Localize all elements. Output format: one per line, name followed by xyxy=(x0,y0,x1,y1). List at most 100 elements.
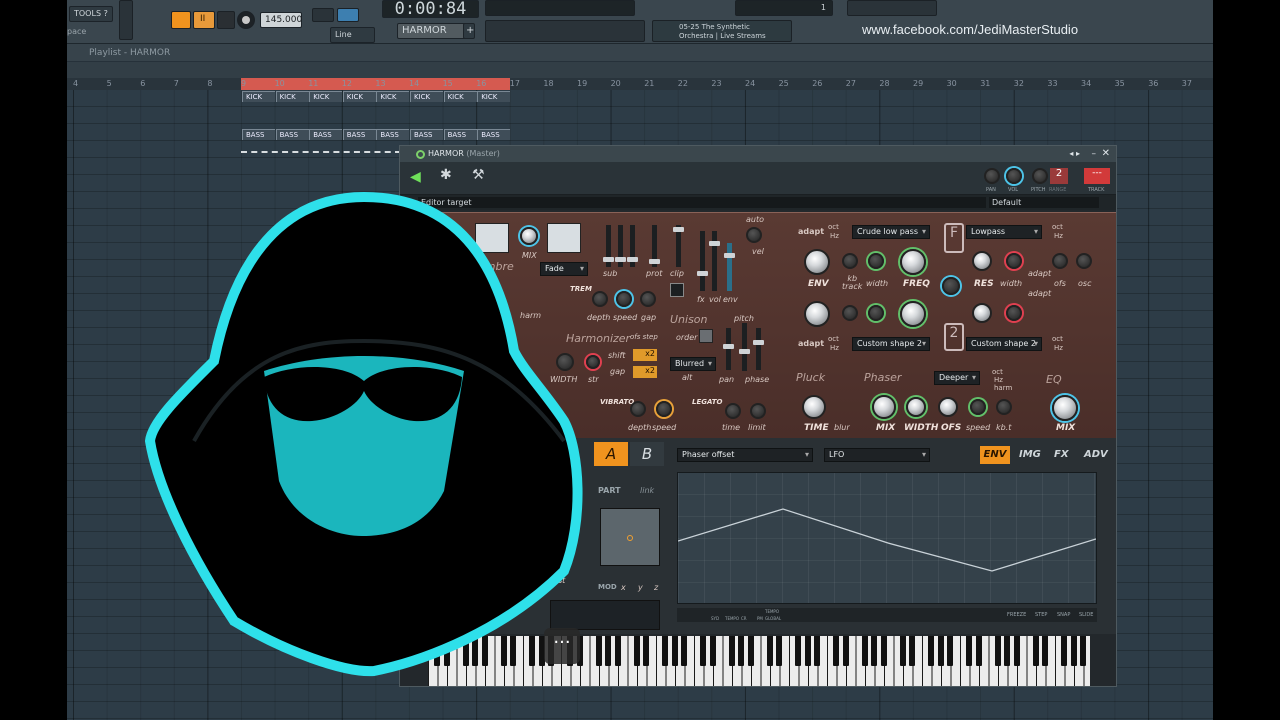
filter2-freq-knob[interactable] xyxy=(900,301,926,327)
black-key[interactable] xyxy=(842,636,849,666)
unison-pan-fader[interactable] xyxy=(723,328,734,370)
black-key[interactable] xyxy=(909,636,915,666)
window-buttons-group[interactable] xyxy=(485,20,645,42)
record-button[interactable] xyxy=(237,11,255,29)
more-options-button[interactable]: ··· xyxy=(544,628,580,664)
filter1-type-select[interactable]: Crude low pass xyxy=(852,225,930,239)
bass-clip[interactable]: BASS xyxy=(410,129,443,140)
black-key[interactable] xyxy=(747,636,754,666)
black-key[interactable] xyxy=(928,636,934,666)
black-key[interactable] xyxy=(643,636,649,666)
black-key[interactable] xyxy=(804,636,811,666)
stop-button[interactable] xyxy=(217,11,235,29)
eq-mix-knob[interactable] xyxy=(1052,395,1078,421)
vol-knob[interactable] xyxy=(1006,168,1022,184)
black-key[interactable] xyxy=(766,636,773,666)
kick-clip[interactable]: KICK xyxy=(443,91,477,102)
tab-env[interactable]: ENV xyxy=(980,446,1010,464)
black-key[interactable] xyxy=(728,636,735,666)
black-key[interactable] xyxy=(671,636,678,666)
kick-clip[interactable]: KICK xyxy=(242,91,275,102)
line-mode-select[interactable]: Line xyxy=(330,27,375,43)
black-key[interactable] xyxy=(1013,636,1020,666)
prot-fader[interactable] xyxy=(649,225,660,267)
black-key[interactable] xyxy=(662,636,668,666)
tempo-display[interactable]: 145.000 xyxy=(260,12,302,28)
filter-width-knob[interactable] xyxy=(868,253,884,269)
unison-mode-select[interactable]: Blurred xyxy=(670,357,716,371)
res2-type-select[interactable]: Custom shape 2 xyxy=(966,337,1042,351)
envelope-editor[interactable] xyxy=(677,472,1097,604)
filter2-type-select[interactable]: Custom shape 2 xyxy=(852,337,930,351)
vibrato-speed-knob[interactable] xyxy=(656,401,672,417)
black-key[interactable] xyxy=(1004,636,1010,666)
black-key[interactable] xyxy=(1042,636,1048,666)
trem-speed-knob[interactable] xyxy=(616,291,632,307)
wrench-icon[interactable]: ⚒ xyxy=(472,167,485,183)
black-key[interactable] xyxy=(1070,636,1077,666)
filter-freq-knob[interactable] xyxy=(900,249,926,275)
black-key[interactable] xyxy=(861,636,868,666)
gap-value[interactable]: x2 xyxy=(633,366,657,378)
tab-adv[interactable]: ADV xyxy=(1084,449,1108,460)
filter-env-knob[interactable] xyxy=(804,249,830,275)
phaser-speed-knob[interactable] xyxy=(970,399,986,415)
kick-clip[interactable]: KICK xyxy=(410,91,443,102)
clip-toggle[interactable] xyxy=(670,283,684,297)
black-key[interactable] xyxy=(633,636,640,666)
auto-knob[interactable] xyxy=(746,227,762,243)
master-volume-slider[interactable] xyxy=(119,0,133,40)
black-key[interactable] xyxy=(700,636,706,666)
close-icon[interactable]: ✕ xyxy=(1102,146,1110,162)
clip-fader[interactable] xyxy=(673,225,684,267)
black-key[interactable] xyxy=(937,636,944,666)
env-target-select[interactable]: Phaser offset xyxy=(677,448,813,462)
tab-fx[interactable]: FX xyxy=(1054,449,1069,460)
speaker-icon[interactable]: ◀ xyxy=(410,169,421,185)
magnet-button[interactable] xyxy=(337,8,359,22)
res2-width-knob[interactable] xyxy=(1006,305,1022,321)
sub-fader-3[interactable] xyxy=(627,225,638,267)
pan-knob[interactable] xyxy=(984,168,1000,184)
add-pattern-button[interactable]: + xyxy=(463,23,475,39)
phaser-mode-select[interactable]: Deeper xyxy=(934,371,980,385)
bass-clip[interactable]: BASS xyxy=(309,129,343,140)
shift-value[interactable]: x2 xyxy=(633,349,657,361)
plugin-title-bar[interactable]: HARMOR (Master) ✕ – ◂ ▸ xyxy=(400,146,1116,162)
filter-mix-knob[interactable] xyxy=(942,277,960,295)
black-key[interactable] xyxy=(880,636,887,666)
part-a-tab[interactable]: A xyxy=(594,442,628,466)
arrows-icon[interactable]: ◂ ▸ xyxy=(1069,146,1080,162)
bass-clip[interactable]: BASS xyxy=(376,129,410,140)
res1-type-select[interactable]: Lowpass xyxy=(966,225,1042,239)
loop-mode-button[interactable] xyxy=(171,11,191,29)
track-select[interactable]: --- xyxy=(1084,168,1110,184)
filter2-kbtrack-knob[interactable] xyxy=(842,305,858,321)
fx-fader[interactable] xyxy=(697,231,708,291)
black-key[interactable] xyxy=(614,636,621,666)
black-key[interactable] xyxy=(1080,636,1086,666)
black-key[interactable] xyxy=(975,636,982,666)
res-osc-knob[interactable] xyxy=(1076,253,1092,269)
black-key[interactable] xyxy=(871,636,877,666)
res-width-knob[interactable] xyxy=(1006,253,1022,269)
legato-limit-knob[interactable] xyxy=(750,403,766,419)
res2-knob[interactable] xyxy=(972,303,992,323)
black-key[interactable] xyxy=(1061,636,1067,666)
pitch-range[interactable]: 2 xyxy=(1050,168,1068,184)
trem-depth-knob[interactable] xyxy=(592,291,608,307)
black-key[interactable] xyxy=(899,636,906,666)
black-key[interactable] xyxy=(776,636,782,666)
tab-img[interactable]: IMG xyxy=(1019,449,1041,460)
plugin-settings-icon[interactable]: ✱ xyxy=(440,167,452,183)
xy-pad[interactable] xyxy=(600,508,660,566)
trem-gap-knob[interactable] xyxy=(640,291,656,307)
sub-fader[interactable] xyxy=(603,225,614,267)
black-key[interactable] xyxy=(833,636,839,666)
kick-clip[interactable]: KICK xyxy=(342,91,376,102)
harmonizer-str-knob[interactable] xyxy=(586,355,600,369)
bass-clip[interactable]: BASS xyxy=(443,129,477,140)
pattern-select[interactable]: HARMOR xyxy=(397,23,472,39)
phaser-width-knob[interactable] xyxy=(906,397,926,417)
kick-clip[interactable]: KICK xyxy=(309,91,343,102)
